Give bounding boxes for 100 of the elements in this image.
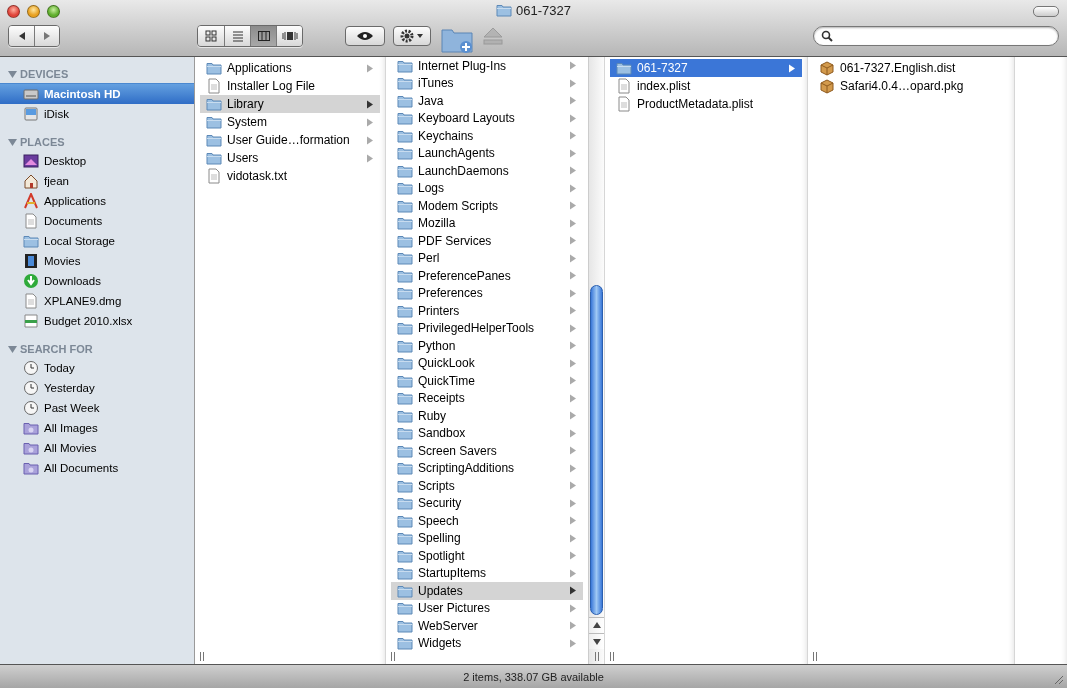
folder-row[interactable]: 061-7327: [610, 59, 802, 77]
folder-row[interactable]: iTunes: [391, 74, 583, 92]
folder-row[interactable]: Scripts: [391, 477, 583, 495]
close-button[interactable]: [7, 4, 20, 18]
column-resize-handle-icon[interactable]: [198, 652, 206, 661]
column-resize-handle-icon[interactable]: [592, 652, 601, 661]
folder-row[interactable]: PDF Services: [391, 232, 583, 250]
sidebar-item[interactable]: Applications: [0, 191, 194, 211]
folder-row[interactable]: PreferencePanes: [391, 267, 583, 285]
file-row[interactable]: Safari4.0.4…opard.pkg: [813, 77, 1009, 95]
sidebar-item[interactable]: XPLANE9.dmg: [0, 291, 194, 311]
back-forward-control[interactable]: [8, 25, 60, 47]
file-row[interactable]: 061-7327.English.dist: [813, 59, 1009, 77]
sidebar-item[interactable]: All Documents: [0, 458, 194, 478]
back-button[interactable]: [9, 26, 34, 46]
folder-row[interactable]: User Guide…formation: [200, 131, 380, 149]
smart-folder-icon: [23, 440, 39, 456]
resize-grip-icon[interactable]: [1052, 673, 1064, 685]
column-resize-handle-icon[interactable]: [811, 652, 819, 661]
view-mode-control[interactable]: [197, 25, 303, 47]
sidebar-item[interactable]: Desktop: [0, 151, 194, 171]
zoom-button[interactable]: [47, 4, 60, 18]
quick-look-button[interactable]: [345, 26, 385, 46]
folder-row[interactable]: Updates: [391, 582, 583, 600]
folder-row[interactable]: Internet Plug-Ins: [391, 57, 583, 75]
folder-row[interactable]: Security: [391, 494, 583, 512]
scrollbar-thumb[interactable]: [590, 285, 603, 615]
folder-row[interactable]: Speech: [391, 512, 583, 530]
folder-row[interactable]: Library: [200, 95, 380, 113]
sidebar-item[interactable]: Movies: [0, 251, 194, 271]
document-icon: [616, 78, 632, 94]
folder-row[interactable]: Applications: [200, 59, 380, 77]
scroll-up-button[interactable]: [589, 617, 604, 633]
folder-row[interactable]: WebServer: [391, 617, 583, 635]
folder-row[interactable]: LaunchAgents: [391, 144, 583, 162]
column-resize-handle-icon[interactable]: [389, 652, 397, 661]
folder-row[interactable]: StartupItems: [391, 564, 583, 582]
folder-row[interactable]: Sandbox: [391, 424, 583, 442]
folder-row[interactable]: Python: [391, 337, 583, 355]
folder-row[interactable]: PrivilegedHelperTools: [391, 319, 583, 337]
sidebar-item[interactable]: Documents: [0, 211, 194, 231]
search-field[interactable]: [813, 26, 1059, 46]
folder-row[interactable]: Mozilla: [391, 214, 583, 232]
toolbar-toggle-button[interactable]: [1033, 5, 1059, 17]
sidebar-item[interactable]: Macintosh HD: [0, 83, 194, 104]
folder-row[interactable]: LaunchDaemons: [391, 162, 583, 180]
file-row[interactable]: index.plist: [610, 77, 802, 95]
folder-row[interactable]: QuickLook: [391, 354, 583, 372]
smart-folder-icon: [23, 460, 39, 476]
column-view-button[interactable]: [250, 26, 276, 46]
sidebar-item[interactable]: Local Storage: [0, 231, 194, 251]
folder-row[interactable]: Keychains: [391, 127, 583, 145]
minimize-button[interactable]: [27, 4, 40, 18]
search-icon: [821, 30, 833, 42]
folder-row[interactable]: System: [200, 113, 380, 131]
download-icon: [23, 273, 39, 289]
folder-row[interactable]: User Pictures: [391, 599, 583, 617]
sidebar-item[interactable]: Downloads: [0, 271, 194, 291]
file-row[interactable]: Installer Log File: [200, 77, 380, 95]
coverflow-view-button[interactable]: [276, 26, 302, 46]
scroll-down-button[interactable]: [589, 633, 604, 649]
folder-row[interactable]: Screen Savers: [391, 442, 583, 460]
sidebar-item[interactable]: Yesterday: [0, 378, 194, 398]
folder-row[interactable]: Widgets: [391, 634, 583, 652]
sidebar-item[interactable]: fjean: [0, 171, 194, 191]
action-menu-button[interactable]: [393, 26, 431, 46]
folder-row[interactable]: Logs: [391, 179, 583, 197]
folder-row[interactable]: Ruby: [391, 407, 583, 425]
folder-row[interactable]: Spotlight: [391, 547, 583, 565]
folder-row[interactable]: Receipts: [391, 389, 583, 407]
folder-icon: [496, 2, 512, 18]
folder-icon: [206, 60, 222, 76]
folder-row[interactable]: Perl: [391, 249, 583, 267]
folder-row[interactable]: Preferences: [391, 284, 583, 302]
folder-row[interactable]: Modem Scripts: [391, 197, 583, 215]
folder-row[interactable]: QuickTime: [391, 372, 583, 390]
folder-row[interactable]: Java: [391, 92, 583, 110]
folder-row[interactable]: ScriptingAdditions: [391, 459, 583, 477]
file-row[interactable]: vidotask.txt: [200, 167, 380, 185]
forward-button[interactable]: [34, 26, 59, 46]
hard-drive-icon: [23, 86, 39, 102]
column-resize-handle-icon[interactable]: [608, 652, 616, 661]
sidebar-item[interactable]: iDisk: [0, 104, 194, 124]
sidebar-item[interactable]: Today: [0, 358, 194, 378]
window-title: 061-7327: [516, 2, 571, 18]
sidebar-item[interactable]: Past Week: [0, 398, 194, 418]
package-icon: [819, 78, 835, 94]
folder-row[interactable]: Keyboard Layouts: [391, 109, 583, 127]
folder-row[interactable]: Printers: [391, 302, 583, 320]
list-view-button[interactable]: [224, 26, 250, 46]
package-icon: [819, 60, 835, 76]
folder-row[interactable]: Spelling: [391, 529, 583, 547]
grid-icon: [204, 30, 218, 42]
list-icon: [230, 30, 245, 42]
sidebar-item[interactable]: Budget 2010.xlsx: [0, 311, 194, 331]
file-row[interactable]: ProductMetadata.plist: [610, 95, 802, 113]
icon-view-button[interactable]: [198, 26, 224, 46]
folder-row[interactable]: Users: [200, 149, 380, 167]
sidebar-item[interactable]: All Movies: [0, 438, 194, 458]
sidebar-item[interactable]: All Images: [0, 418, 194, 438]
